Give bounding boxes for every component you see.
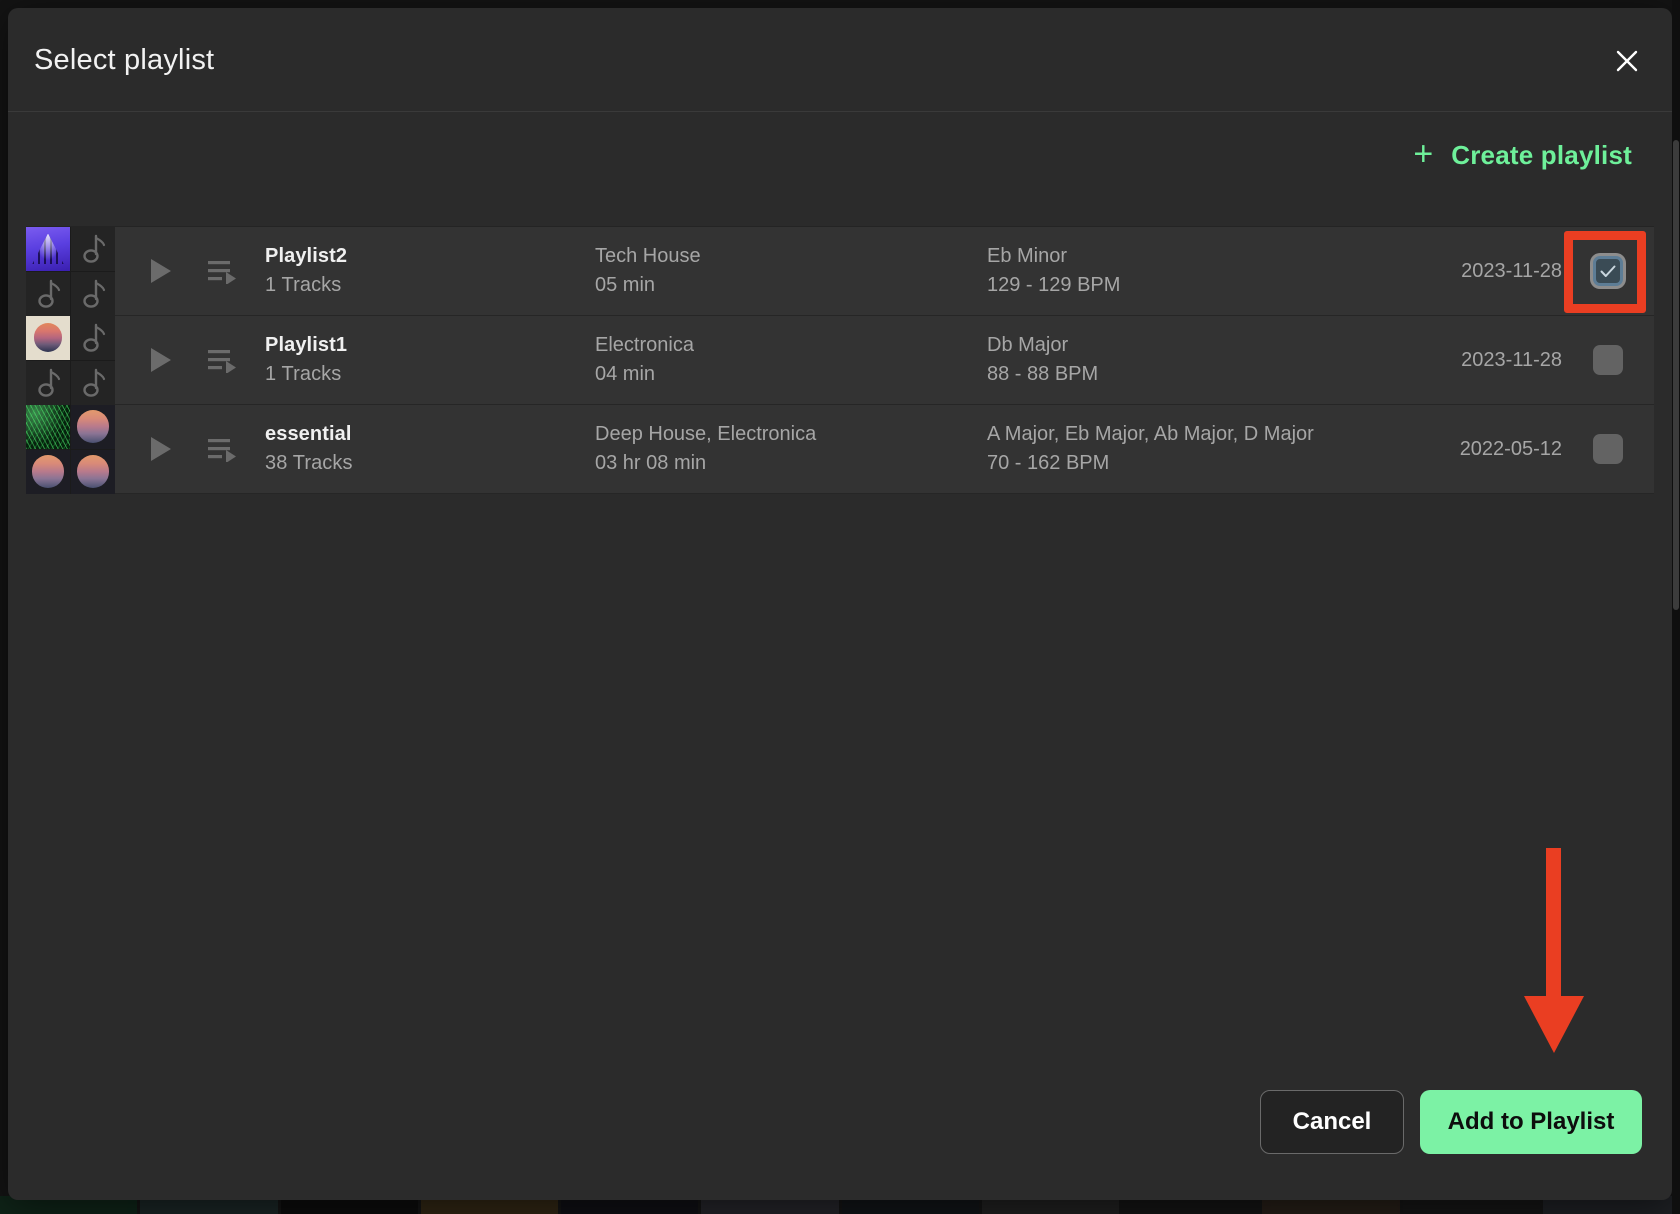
playlist-key-cell: Db Major 88 - 88 BPM [987,334,1332,386]
artwork-cell [26,315,70,360]
artwork-cell [71,271,115,316]
playlist-date: 2023-11-28 [1461,259,1562,282]
music-note-icon [71,316,115,360]
music-note-icon [71,272,115,316]
cancel-button[interactable]: Cancel [1260,1090,1404,1154]
playlist-select-cell [1562,345,1654,375]
music-note-icon [71,361,115,405]
playlist-artwork [26,226,115,316]
row-actions [115,257,265,285]
playlist-checkbox[interactable] [1593,434,1623,464]
playlist-genre: Deep House, Electronica [595,423,817,445]
artwork-cell [26,360,70,405]
playlist-genre: Tech House [595,245,701,267]
playlist-artwork [26,404,115,494]
add-to-queue-icon[interactable] [207,258,237,284]
playlist-genre-cell: Electronica 04 min [595,334,987,386]
playlist-bpm: 70 - 162 BPM [987,452,1110,474]
playlist-select-cell [1562,434,1654,464]
select-playlist-dialog: Select playlist + Create playlist Playli… [8,8,1672,1200]
play-icon[interactable] [149,435,173,463]
plus-icon: + [1413,135,1434,173]
playlist-genre: Electronica [595,334,694,356]
playlist-date: 2023-11-28 [1461,348,1562,371]
playlist-key: Db Major [987,334,1069,356]
playlist-name-cell: Playlist1 1 Tracks [265,334,595,386]
playlist-artwork [26,315,115,405]
playlist-genre-cell: Deep House, Electronica 03 hr 08 min [595,423,987,475]
playlist-name-cell: essential 38 Tracks [265,423,595,475]
artwork-cell [71,315,115,360]
playlist-key-cell: Eb Minor 129 - 129 BPM [987,245,1332,297]
playlist-key: Eb Minor [987,245,1068,267]
play-icon[interactable] [149,257,173,285]
artwork-cell [71,404,115,449]
music-note-icon [26,272,70,316]
album-art-sunset [71,404,115,449]
playlist-track-count: 38 Tracks [265,452,353,474]
close-icon[interactable] [1604,38,1650,84]
artwork-cell [26,404,70,449]
artwork-cell [71,449,115,494]
album-art-green [26,404,70,449]
album-art-sunset [26,449,70,494]
table-row[interactable]: Playlist1 1 Tracks Electronica 04 min Db… [26,315,1654,405]
row-actions [115,346,265,374]
playlist-date-cell: 2023-11-28 [1332,260,1562,283]
down-arrow-annotation [1524,848,1584,1053]
playlist-duration: 04 min [595,363,656,385]
artwork-cell [26,271,70,316]
create-playlist-label: Create playlist [1451,140,1632,170]
scrollbar-thumb[interactable] [1673,140,1679,610]
playlist-duration: 05 min [595,274,656,296]
playlist-bpm: 129 - 129 BPM [987,274,1121,296]
playlist-name: Playlist1 [265,334,348,356]
artwork-cell [71,360,115,405]
playlist-bpm: 88 - 88 BPM [987,363,1099,385]
playlist-track-count: 1 Tracks [265,363,342,385]
playlist-key-cell: A Major, Eb Major, Ab Major, D Major 70 … [987,423,1332,475]
playlist-select-cell [1562,256,1654,286]
playlist-checkbox[interactable] [1593,345,1623,375]
table-row[interactable]: Playlist2 1 Tracks Tech House 05 min Eb … [26,226,1654,316]
playlist-duration: 03 hr 08 min [595,452,707,474]
playlist-name: Playlist2 [265,245,348,267]
add-to-queue-icon[interactable] [207,436,237,462]
dialog-header: Select playlist [8,8,1672,112]
playlist-name-cell: Playlist2 1 Tracks [265,245,595,297]
playlist-date-cell: 2023-11-28 [1332,349,1562,372]
dialog-footer: Cancel Add to Playlist [8,1068,1672,1200]
playlist-track-count: 1 Tracks [265,274,342,296]
playlist-name: essential [265,423,352,445]
artwork-cell [26,449,70,494]
add-to-playlist-button[interactable]: Add to Playlist [1420,1090,1642,1154]
table-row[interactable]: essential 38 Tracks Deep House, Electron… [26,404,1654,494]
playlist-genre-cell: Tech House 05 min [595,245,987,297]
album-art-cream [26,315,70,360]
viewport-scrollbar[interactable] [1672,0,1680,1214]
music-note-icon [71,227,115,271]
album-art-purple [26,226,70,271]
row-actions [115,435,265,463]
playlist-date: 2022-05-12 [1459,437,1562,460]
artwork-cell [71,226,115,271]
playlist-checkbox[interactable] [1593,256,1623,286]
playlist-list: Playlist2 1 Tracks Tech House 05 min Eb … [26,226,1654,494]
music-note-icon [26,361,70,405]
playlist-date-cell: 2022-05-12 [1332,438,1562,461]
playlist-key: A Major, Eb Major, Ab Major, D Major [987,423,1314,445]
page-title: Select playlist [34,44,215,76]
artwork-cell [26,226,70,271]
create-playlist-row: + Create playlist [8,112,1672,216]
play-icon[interactable] [149,346,173,374]
add-to-queue-icon[interactable] [207,347,237,373]
create-playlist-button[interactable]: + Create playlist [1403,134,1642,177]
album-art-sunset [71,449,115,494]
checkmark-icon [1600,265,1616,277]
